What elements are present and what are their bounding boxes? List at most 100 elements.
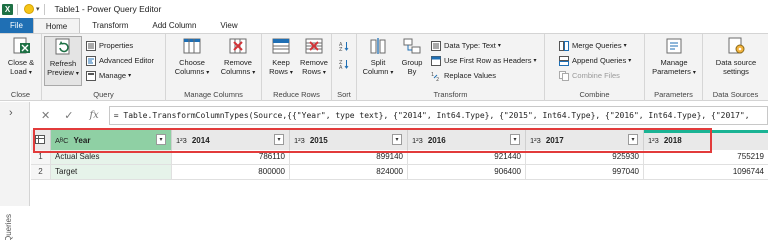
tab-file[interactable]: File [0, 18, 33, 33]
choose-columns-button[interactable]: Choose Columns ▾ [170, 36, 214, 78]
tab-add-column[interactable]: Add Column [140, 18, 208, 33]
merge-queries-button[interactable]: Merge Queries ▾ [559, 40, 627, 51]
column-name: 2015 [309, 135, 328, 145]
tab-view[interactable]: View [208, 18, 249, 33]
table-cell[interactable]: 906400 [408, 165, 526, 180]
use-first-row-headers-button[interactable]: Use First Row as Headers ▾ [431, 55, 537, 66]
merge-queries-icon [559, 40, 569, 51]
ds-settings-label-2: settings [723, 67, 749, 76]
header-row: AᴮC Year ▾ 1²3 2014 ▾ 1²3 2015 ▾ 1²3 201… [31, 130, 768, 150]
formula-input[interactable]: = Table.TransformColumnTypes(Source,{{"Y… [108, 106, 768, 125]
filter-dropdown-icon[interactable]: ▾ [628, 134, 638, 145]
table-cell[interactable]: Target [51, 165, 172, 180]
column-header-2015[interactable]: 1²3 2015 ▾ [290, 130, 408, 150]
properties-button[interactable]: Properties [86, 40, 133, 51]
column-header-2016[interactable]: 1²3 2016 ▾ [408, 130, 526, 150]
choose-label: Choose [179, 58, 205, 67]
refresh-label: Refresh [49, 59, 77, 68]
manage-button[interactable]: Manage ▾ [86, 70, 131, 81]
group-label-manage-columns: Manage Columns [184, 90, 243, 99]
group-close: Close & Load ▾ Close [0, 34, 42, 101]
text-type-icon[interactable]: AᴮC [55, 136, 69, 145]
group-label-close: Close [10, 90, 31, 99]
tab-home[interactable]: Home [32, 18, 81, 33]
append-queries-button[interactable]: Append Queries ▾ [559, 55, 631, 66]
split-column-icon [368, 36, 388, 56]
table-cell[interactable]: 925930 [526, 150, 644, 165]
column-header-2014[interactable]: 1²3 2014 ▾ [172, 130, 290, 150]
close-load-button[interactable]: Close & Load ▾ [3, 36, 39, 78]
keep-label-2: Rows [269, 67, 288, 76]
manage-params-label: Manage [660, 58, 688, 67]
number-type-icon[interactable]: 1²3 [648, 136, 659, 145]
keep-rows-button[interactable]: Keep Rows ▾ [265, 36, 297, 78]
table-cell[interactable]: 899140 [290, 150, 408, 165]
close-load-label-2: Load [10, 67, 27, 76]
table-cell[interactable]: 997040 [526, 165, 644, 180]
excel-icon: X [2, 3, 13, 15]
sort-descending-icon: ZA [339, 59, 349, 69]
remove-columns-button[interactable]: Remove Columns ▾ [216, 36, 260, 78]
remove-rows-button[interactable]: Remove Rows ▾ [297, 36, 331, 78]
table-menu-button[interactable] [31, 130, 51, 150]
group-label-data-sources: Data Sources [712, 90, 759, 99]
filter-dropdown-icon[interactable]: ▾ [156, 134, 166, 145]
column-name: 2017 [545, 135, 564, 145]
choose-columns-icon [182, 36, 202, 56]
table-cell[interactable]: 824000 [290, 165, 408, 180]
group-label-reduce-rows: Reduce Rows [273, 90, 320, 99]
row-number[interactable]: 2 [31, 165, 51, 180]
filter-dropdown-icon[interactable]: ▾ [274, 134, 284, 145]
advanced-editor-button[interactable]: Advanced Editor [86, 55, 154, 66]
group-by-button[interactable]: Group By [397, 36, 427, 76]
expand-chevron-icon[interactable]: › [9, 107, 13, 119]
table-cell[interactable]: 786110 [172, 150, 290, 165]
table-row[interactable]: 1 Actual Sales 786110 899140 921440 9259… [31, 150, 768, 165]
table-cell[interactable]: 800000 [172, 165, 290, 180]
tab-transform[interactable]: Transform [80, 18, 140, 33]
table-cell[interactable]: 755219 [644, 150, 768, 165]
split-label: Split [370, 58, 386, 67]
first-row-label: Use First Row as Headers [444, 55, 532, 65]
combine-files-label: Combine Files [572, 70, 620, 80]
fx-icon[interactable]: fx [89, 110, 98, 121]
advanced-editor-icon [86, 55, 96, 66]
sort-ascending-button[interactable]: AZ [339, 40, 352, 51]
remove-columns-icon [228, 36, 248, 56]
data-type-dropdown[interactable]: Data Type: Text ▾ [431, 40, 501, 51]
sort-descending-button[interactable]: ZA [339, 58, 352, 69]
number-type-icon[interactable]: 1²3 [176, 136, 187, 145]
combine-files-button[interactable]: Combine Files [559, 70, 620, 81]
manage-icon [86, 70, 96, 81]
filter-dropdown-icon[interactable]: ▾ [510, 134, 520, 145]
commit-icon[interactable]: ✓ [64, 109, 73, 122]
table-cell[interactable]: Actual Sales [51, 150, 172, 165]
smiley-icon[interactable] [24, 4, 34, 14]
column-header-2018[interactable]: 1²3 2018 [644, 130, 768, 150]
row-number[interactable]: 1 [31, 150, 51, 165]
refresh-preview-button[interactable]: Refresh Preview ▾ [44, 36, 82, 86]
replace-values-button[interactable]: 12 Replace Values [431, 70, 496, 81]
table-row[interactable]: 2 Target 800000 824000 906400 997040 109… [31, 165, 768, 180]
filter-dropdown-icon[interactable]: ▾ [392, 134, 402, 145]
split-column-button[interactable]: Split Column ▾ [360, 36, 396, 78]
number-type-icon[interactable]: 1²3 [412, 136, 423, 145]
group-label-transform: Transform [433, 90, 468, 99]
number-type-icon[interactable]: 1²3 [294, 136, 305, 145]
cancel-icon[interactable]: ✕ [41, 109, 50, 122]
queries-pane[interactable]: › Queries [0, 102, 30, 240]
table-cell[interactable]: 921440 [408, 150, 526, 165]
group-manage-columns: Choose Columns ▾ Remove Columns ▾ Manage C… [166, 34, 262, 101]
svg-text:1: 1 [431, 72, 434, 78]
table-cell[interactable]: 1096744 [644, 165, 768, 180]
remove-label: Remove [224, 58, 252, 67]
ribbon: Close & Load ▾ Close Refresh Preview ▾ Pro… [0, 33, 768, 101]
number-type-icon[interactable]: 1²3 [530, 136, 541, 145]
data-source-settings-button[interactable]: Data source settings [707, 36, 765, 76]
qat-dropdown-icon[interactable]: ▾ [36, 5, 40, 13]
manage-parameters-button[interactable]: Manage Parameters ▾ [648, 36, 700, 78]
column-header-2017[interactable]: 1²3 2017 ▾ [526, 130, 644, 150]
split-label-2: Column [362, 67, 389, 76]
group-label-parameters: Parameters [654, 90, 693, 99]
column-header-year[interactable]: AᴮC Year ▾ [51, 130, 172, 150]
